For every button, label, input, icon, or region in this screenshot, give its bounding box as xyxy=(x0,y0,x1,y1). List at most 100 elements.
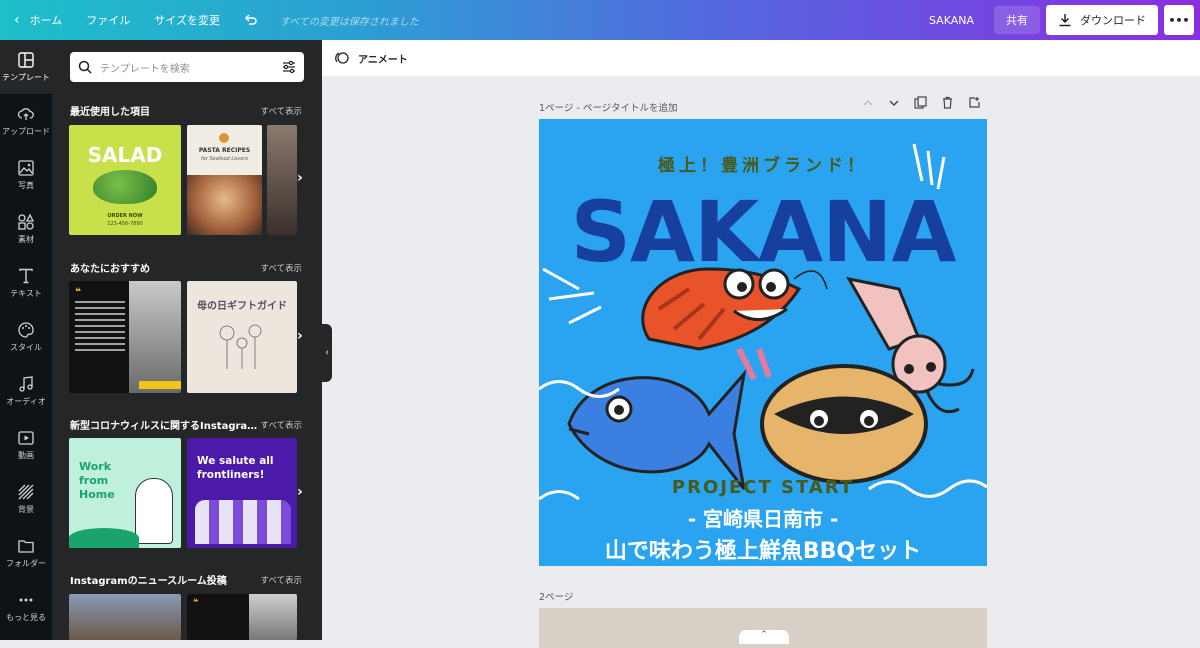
nav-elements[interactable]: 素材 xyxy=(0,202,52,256)
thumb-title: PASTA RECIPES xyxy=(198,147,251,154)
palette-icon xyxy=(18,322,34,338)
upload-cloud-icon xyxy=(17,108,34,120)
scroll-right-icon[interactable]: › xyxy=(297,170,303,186)
download-button[interactable]: ダウンロード xyxy=(1046,5,1158,35)
page2-title[interactable]: 2ページ xyxy=(539,589,573,603)
chevron-down-icon[interactable] xyxy=(888,97,900,109)
yellow-accent xyxy=(139,381,181,389)
template-search[interactable]: テンプレートを検索 xyxy=(70,52,304,82)
resize-button[interactable]: サイズを変更 xyxy=(142,0,232,40)
design-canvas-page1[interactable]: 極上！豊洲ブランド！ SAKANA PROJECT START - 宮崎県日南市… xyxy=(539,119,987,566)
nav-label: スタイル xyxy=(10,343,42,352)
file-menu[interactable]: ファイル xyxy=(74,0,142,40)
thumb-subtitle: ORDER NOW xyxy=(107,213,143,219)
nav-templates[interactable]: テンプレート xyxy=(0,40,52,94)
nav-folders[interactable]: フォルダー xyxy=(0,526,52,580)
layout-icon xyxy=(18,52,34,68)
see-all-link[interactable]: すべて表示 xyxy=(260,419,302,431)
download-icon xyxy=(1059,14,1071,27)
nav-label: 背景 xyxy=(18,505,34,514)
filter-icon[interactable] xyxy=(282,60,296,74)
undo-icon xyxy=(244,14,257,25)
add-page-icon[interactable] xyxy=(968,96,981,109)
nav-background[interactable]: 背景 xyxy=(0,472,52,526)
section-title: あなたにおすすめ xyxy=(70,264,150,275)
template-thumb-salad[interactable]: SALAD ORDER NOW 123-456-7890 xyxy=(69,125,181,235)
template-thumb-frontliners[interactable]: We salute all frontliners! xyxy=(187,438,297,548)
section-title: 最近使用した項目 xyxy=(70,107,150,118)
nav-audio[interactable]: オーディオ xyxy=(0,364,52,418)
chevron-left-icon: ‹ xyxy=(325,348,329,358)
top-bar: ‹ ホーム ファイル サイズを変更 すべての変更は保存されました SAKANA … xyxy=(0,0,1200,40)
music-icon xyxy=(19,376,33,392)
template-panel: テンプレートを検索 最近使用した項目 すべて表示 SALAD ORDER NOW… xyxy=(52,40,322,640)
scroll-right-icon[interactable]: › xyxy=(297,484,303,500)
person-illustration xyxy=(135,478,173,544)
more-icon xyxy=(19,598,33,602)
undo-button[interactable] xyxy=(232,0,270,40)
search-input[interactable]: テンプレートを検索 xyxy=(100,60,274,75)
home-button[interactable]: ‹ ホーム xyxy=(0,0,74,40)
page1-title[interactable]: 1ページ - ページタイトルを追加 xyxy=(539,100,677,114)
design-project-start[interactable]: PROJECT START xyxy=(539,477,987,498)
thumb-phone: 123-456-7890 xyxy=(107,221,143,227)
thumb-title: 母の日ギフトガイド xyxy=(197,301,287,312)
template-thumb-gift-guide[interactable]: 母の日ギフトガイド xyxy=(187,281,297,393)
left-nav: テンプレート アップロード 写真 素材 テキスト スタイル オーディオ 動画 背… xyxy=(0,40,52,640)
animate-button[interactable]: アニメート xyxy=(358,51,408,66)
save-status: すべての変更は保存されました xyxy=(279,16,419,28)
thumb-title: We salute all frontliners! xyxy=(197,455,274,481)
animate-icon xyxy=(335,52,349,64)
salad-bowl-image xyxy=(93,170,157,204)
design-canvas-page2[interactable]: ⌃ xyxy=(539,608,987,648)
pasta-logo-icon xyxy=(219,133,229,143)
more-dots-icon: ••• xyxy=(1168,13,1190,27)
see-all-link[interactable]: すべて表示 xyxy=(260,262,302,274)
template-thumb-work-from-home[interactable]: Work from Home xyxy=(69,438,181,548)
template-thumb-newsroom-quote[interactable]: ❝ xyxy=(187,594,297,640)
nav-video[interactable]: 動画 xyxy=(0,418,52,472)
nav-label: フォルダー xyxy=(6,559,46,568)
quote-text-lines xyxy=(75,301,125,351)
template-thumb-quote[interactable]: ❝ xyxy=(69,281,181,393)
home-label: ホーム xyxy=(29,14,63,27)
quote-mark-icon: ❝ xyxy=(193,598,199,608)
page-scroll-handle[interactable]: ⌃ xyxy=(739,630,789,644)
nav-photos[interactable]: 写真 xyxy=(0,148,52,202)
more-options-button[interactable]: ••• xyxy=(1164,5,1194,35)
thumb-title: Work from Home xyxy=(79,460,115,501)
nav-upload[interactable]: アップロード xyxy=(0,94,52,148)
design-location[interactable]: - 宮崎県日南市 - xyxy=(539,503,987,532)
search-icon xyxy=(78,60,92,74)
page-tools xyxy=(862,96,981,109)
see-all-link[interactable]: すべて表示 xyxy=(260,574,302,586)
see-all-link[interactable]: すべて表示 xyxy=(260,105,302,117)
template-thumb-pasta[interactable]: PASTA RECIPES for Seafood Lovers xyxy=(187,125,262,235)
video-icon xyxy=(18,431,34,445)
nav-styles[interactable]: スタイル xyxy=(0,310,52,364)
nav-label: テンプレート xyxy=(2,73,50,82)
document-name[interactable]: SAKANA xyxy=(929,14,974,27)
nav-label: アップロード xyxy=(2,127,50,136)
chevron-up-icon[interactable] xyxy=(862,97,874,109)
nav-label: もっと見る xyxy=(6,613,46,622)
background-icon xyxy=(18,484,34,500)
collapse-panel-handle[interactable]: ‹ xyxy=(322,324,332,382)
nav-text[interactable]: テキスト xyxy=(0,256,52,310)
duplicate-icon[interactable] xyxy=(914,96,927,109)
trash-icon[interactable] xyxy=(941,96,954,109)
nav-label: 動画 xyxy=(18,451,34,460)
nav-label: 写真 xyxy=(18,181,34,190)
flower-illustration xyxy=(219,324,262,369)
template-thumb-partial[interactable] xyxy=(267,125,297,235)
download-label: ダウンロード xyxy=(1080,14,1146,27)
nav-more[interactable]: もっと見る xyxy=(0,580,52,634)
wave-shape xyxy=(69,528,139,548)
share-button[interactable]: 共有 xyxy=(994,6,1040,34)
template-thumb-newsroom-building[interactable] xyxy=(69,594,181,640)
design-headline[interactable]: 山で味わう極上鮮魚BBQセット xyxy=(539,533,987,565)
thumb-title: SALAD xyxy=(87,143,163,167)
frontliners-illustration xyxy=(195,500,291,544)
animate-toolbar: アニメート xyxy=(322,40,1200,76)
scroll-right-icon[interactable]: › xyxy=(297,328,303,344)
